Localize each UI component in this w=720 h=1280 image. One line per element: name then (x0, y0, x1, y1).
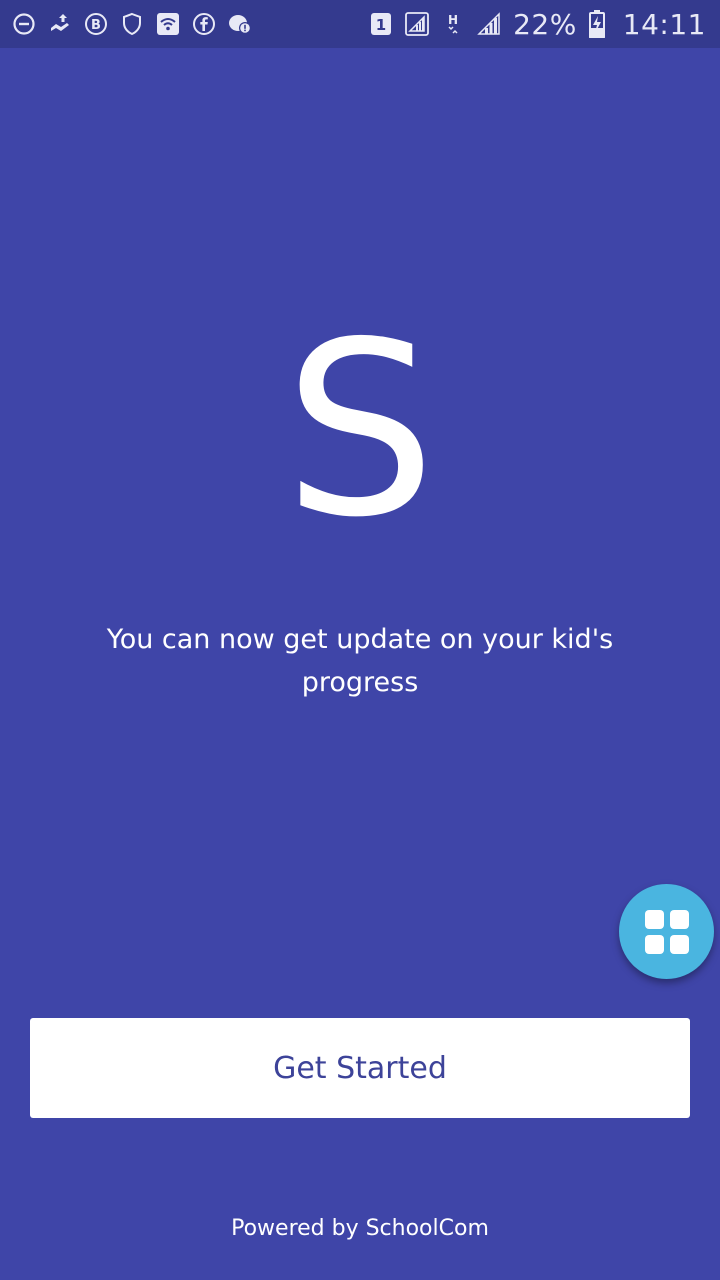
status-bar: B 1 H 22% 14:11 (0, 0, 720, 48)
svg-text:H: H (448, 13, 458, 27)
wifi-box-icon (156, 12, 180, 36)
grid-icon-cell (644, 909, 664, 929)
grid-menu-button[interactable] (619, 884, 714, 979)
h-network-icon: H (441, 12, 465, 36)
powered-by-footer: Powered by SchoolCom (231, 1216, 489, 1241)
signal-box-icon (405, 12, 429, 36)
grid-icon (644, 909, 689, 954)
battery-charging-icon (588, 10, 605, 38)
svg-text:1: 1 (376, 16, 386, 34)
clock: 14:11 (622, 7, 706, 41)
facebook-icon (192, 12, 216, 36)
onboarding-screen: B 1 H 22% 14:11 S You can now get update… (0, 0, 720, 1280)
do-not-disturb-icon (12, 12, 36, 36)
signal-icon (477, 12, 501, 36)
get-started-button[interactable]: Get Started (30, 1018, 690, 1118)
svg-text:B: B (91, 18, 101, 33)
sim-1-icon: 1 (369, 12, 393, 36)
app-logo-letter: S (283, 290, 437, 570)
chat-alert-icon (228, 12, 252, 36)
grid-icon-cell (644, 934, 664, 954)
cloud-upload-icon (48, 12, 72, 36)
grid-icon-cell (669, 909, 689, 929)
shield-icon (120, 12, 144, 36)
status-bar-right: 1 H 22% 14:11 (369, 8, 706, 41)
battery-percent: 22% (513, 7, 577, 41)
grid-icon-cell (669, 934, 689, 954)
get-started-label: Get Started (273, 1050, 447, 1086)
b-badge-icon: B (84, 12, 108, 36)
tagline-text: You can now get update on your kid's pro… (106, 624, 614, 698)
status-bar-left: B (12, 12, 252, 36)
